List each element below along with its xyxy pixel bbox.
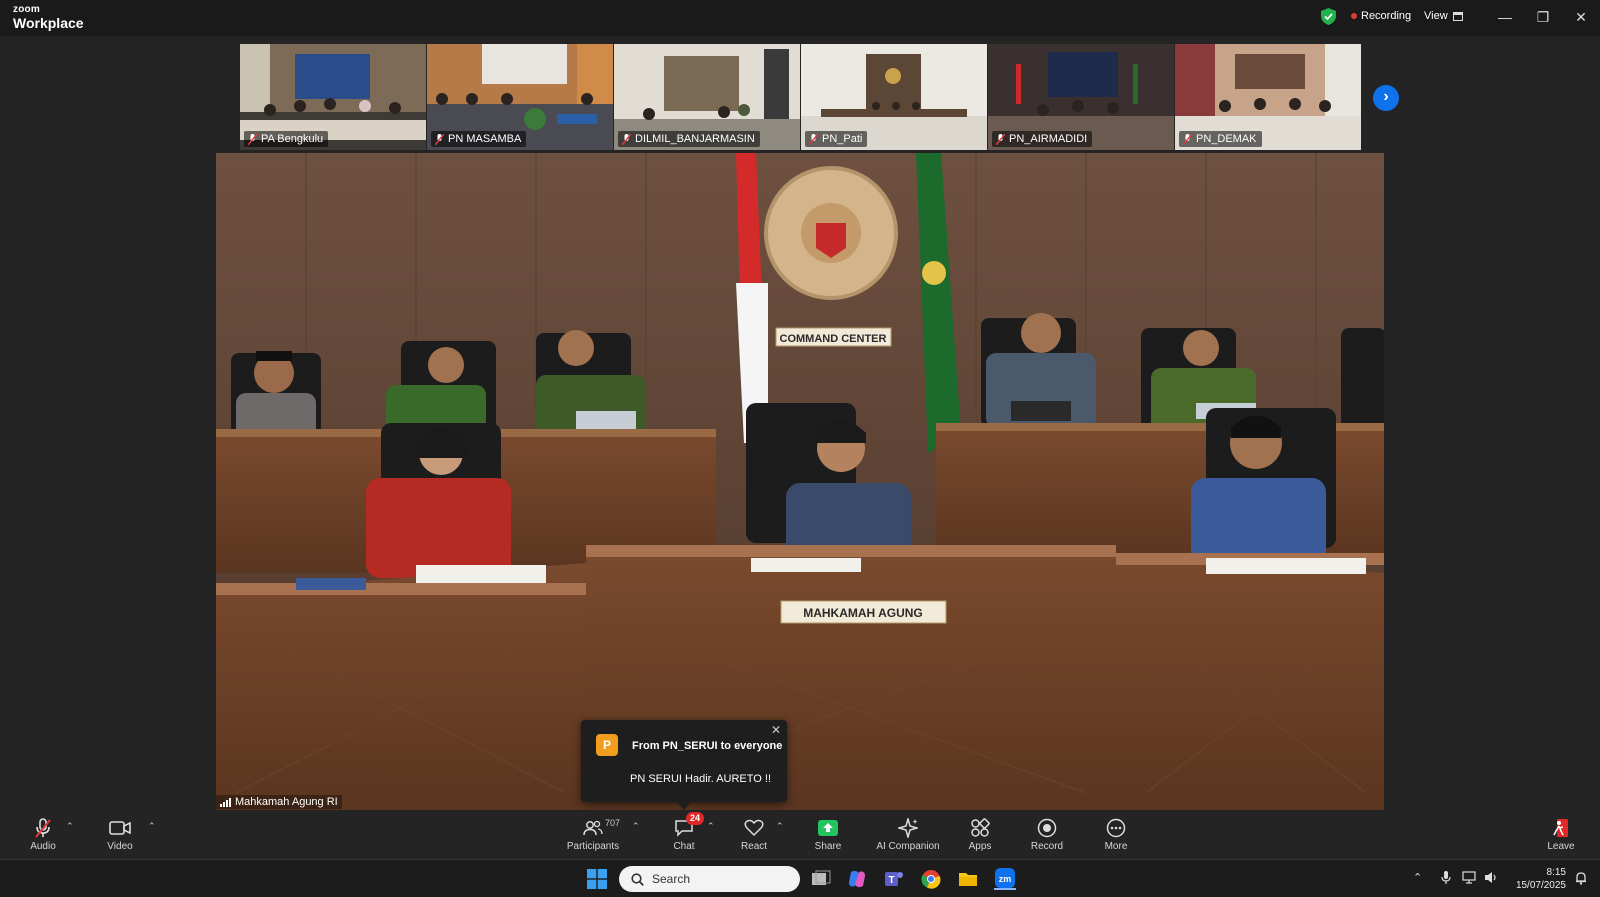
video-feed: COMMAND CENTER MAHKAMAH AGUNG — [216, 153, 1384, 810]
muted-mic-icon — [248, 133, 257, 145]
recording-dot-icon — [1351, 13, 1357, 19]
muted-mic-icon — [35, 818, 51, 838]
title-bar: zoom Workplace Recording View — ❐ ✕ — [0, 0, 1600, 36]
recording-indicator[interactable]: Recording — [1351, 10, 1411, 22]
svg-text:zm: zm — [999, 874, 1012, 884]
audio-options-caret[interactable]: ⌃ — [66, 821, 74, 832]
heart-icon — [744, 819, 764, 837]
participants-options-caret[interactable]: ⌃ — [632, 821, 640, 832]
view-grid-icon — [1452, 11, 1463, 21]
show-hidden-icons[interactable]: ⌃ — [1413, 871, 1422, 884]
ai-companion-button[interactable]: AI Companion — [874, 817, 942, 857]
participants-count: 707 — [605, 818, 621, 828]
participant-name-tag: PN_DEMAK — [1179, 131, 1262, 147]
system-clock[interactable]: 8:15 15/07/2025 — [1510, 866, 1566, 892]
chevron-right-icon: › — [1383, 88, 1389, 105]
muted-mic-icon — [1183, 133, 1192, 145]
restore-icon[interactable]: ❐ — [1532, 7, 1554, 27]
svg-text:T: T — [888, 875, 894, 886]
chat-options-caret[interactable]: ⌃ — [707, 821, 715, 832]
copilot-icon[interactable] — [846, 868, 868, 890]
view-button[interactable]: View — [1424, 10, 1463, 22]
record-icon — [1037, 818, 1057, 838]
gallery-tile[interactable]: PN MASAMBA — [427, 44, 613, 150]
volume-icon[interactable] — [1484, 871, 1498, 887]
chat-message: PN SERUI Hadir. AURETO !! — [630, 773, 772, 785]
network-icon[interactable] — [1462, 871, 1476, 887]
participant-name-tag: DILMIL_BANJARMASIN — [618, 131, 760, 147]
task-view-icon[interactable] — [810, 868, 832, 890]
participants-icon — [583, 820, 603, 836]
muted-mic-icon — [622, 133, 631, 145]
react-button[interactable]: React — [736, 817, 772, 857]
more-dots-icon — [1106, 818, 1126, 838]
chat-unread-badge: 24 — [686, 812, 705, 825]
participant-name-tag: PN_AIRMADIDI — [992, 131, 1093, 147]
gallery-strip: PA Bengkulu PN MASAMBA DILMIL_BANJARMASI… — [240, 44, 1361, 150]
video-camera-icon — [109, 821, 131, 835]
gallery-tile[interactable]: PN_DEMAK — [1175, 44, 1361, 150]
sender-avatar: P — [596, 734, 618, 756]
search-icon — [631, 872, 644, 886]
encryption-shield-icon[interactable] — [1321, 8, 1336, 25]
chat-notification[interactable]: P From PN_SERUI to everyone PN SERUI Had… — [581, 720, 787, 810]
command-center-sign: COMMAND CENTER — [780, 333, 887, 345]
notifications-icon[interactable] — [1574, 871, 1588, 888]
minimize-icon[interactable]: — — [1494, 7, 1516, 27]
chat-sender: From PN_SERUI to everyone — [632, 740, 783, 752]
leave-door-icon — [1553, 819, 1568, 837]
zoom-taskbar-icon[interactable]: zm — [994, 868, 1016, 890]
muted-mic-icon — [435, 133, 444, 145]
gallery-tile[interactable]: PN_AIRMADIDI — [988, 44, 1174, 150]
close-icon[interactable]: ✕ — [771, 723, 781, 737]
record-button[interactable]: Record — [1029, 817, 1065, 857]
windows-taskbar: Search T zm ⌃ 8:15 15/07/2025 — [0, 859, 1600, 897]
participant-name-tag: PN MASAMBA — [431, 131, 527, 147]
participant-name-tag: PN_Pati — [805, 131, 868, 147]
gallery-tile[interactable]: PA Bengkulu — [240, 44, 426, 150]
share-screen-icon — [818, 820, 838, 836]
video-options-caret[interactable]: ⌃ — [148, 821, 156, 832]
microphone-tray-icon[interactable] — [1441, 871, 1451, 887]
close-icon[interactable]: ✕ — [1570, 7, 1592, 27]
gallery-tile[interactable]: DILMIL_BANJARMASIN — [614, 44, 800, 150]
taskbar-search[interactable]: Search — [619, 866, 800, 892]
audio-button[interactable]: Audio — [25, 817, 61, 857]
gallery-tile[interactable]: PN_Pati — [801, 44, 987, 150]
toast-pointer — [677, 802, 691, 810]
apps-button[interactable]: Apps — [962, 817, 998, 857]
apps-icon — [971, 818, 990, 837]
participant-name-tag: PA Bengkulu — [244, 131, 329, 147]
chrome-icon[interactable] — [920, 868, 942, 890]
teams-icon[interactable]: T — [883, 868, 905, 890]
muted-mic-icon — [809, 133, 818, 145]
more-button[interactable]: More — [1098, 817, 1134, 857]
mahkamah-agung-sign: MAHKAMAH AGUNG — [803, 606, 923, 620]
signal-strength-icon — [220, 797, 231, 807]
meeting-toolbar: Audio ⌃ Video ⌃ Participants 707 ⌃ Chat … — [0, 812, 1600, 859]
video-button[interactable]: Video — [102, 817, 138, 857]
windows-start-icon[interactable] — [586, 868, 608, 890]
zoom-logo: zoom Workplace — [13, 4, 84, 31]
file-explorer-icon[interactable] — [957, 868, 979, 890]
next-page-button[interactable]: › — [1373, 85, 1399, 111]
react-options-caret[interactable]: ⌃ — [776, 821, 784, 832]
share-button[interactable]: Share — [810, 817, 846, 857]
muted-mic-icon — [996, 133, 1005, 145]
sparkle-icon — [898, 818, 918, 838]
active-speaker-video[interactable]: COMMAND CENTER MAHKAMAH AGUNG — [216, 153, 1384, 810]
leave-button[interactable]: Leave — [1543, 817, 1579, 857]
active-speaker-name-tag: Mahkamah Agung RI — [216, 795, 342, 809]
